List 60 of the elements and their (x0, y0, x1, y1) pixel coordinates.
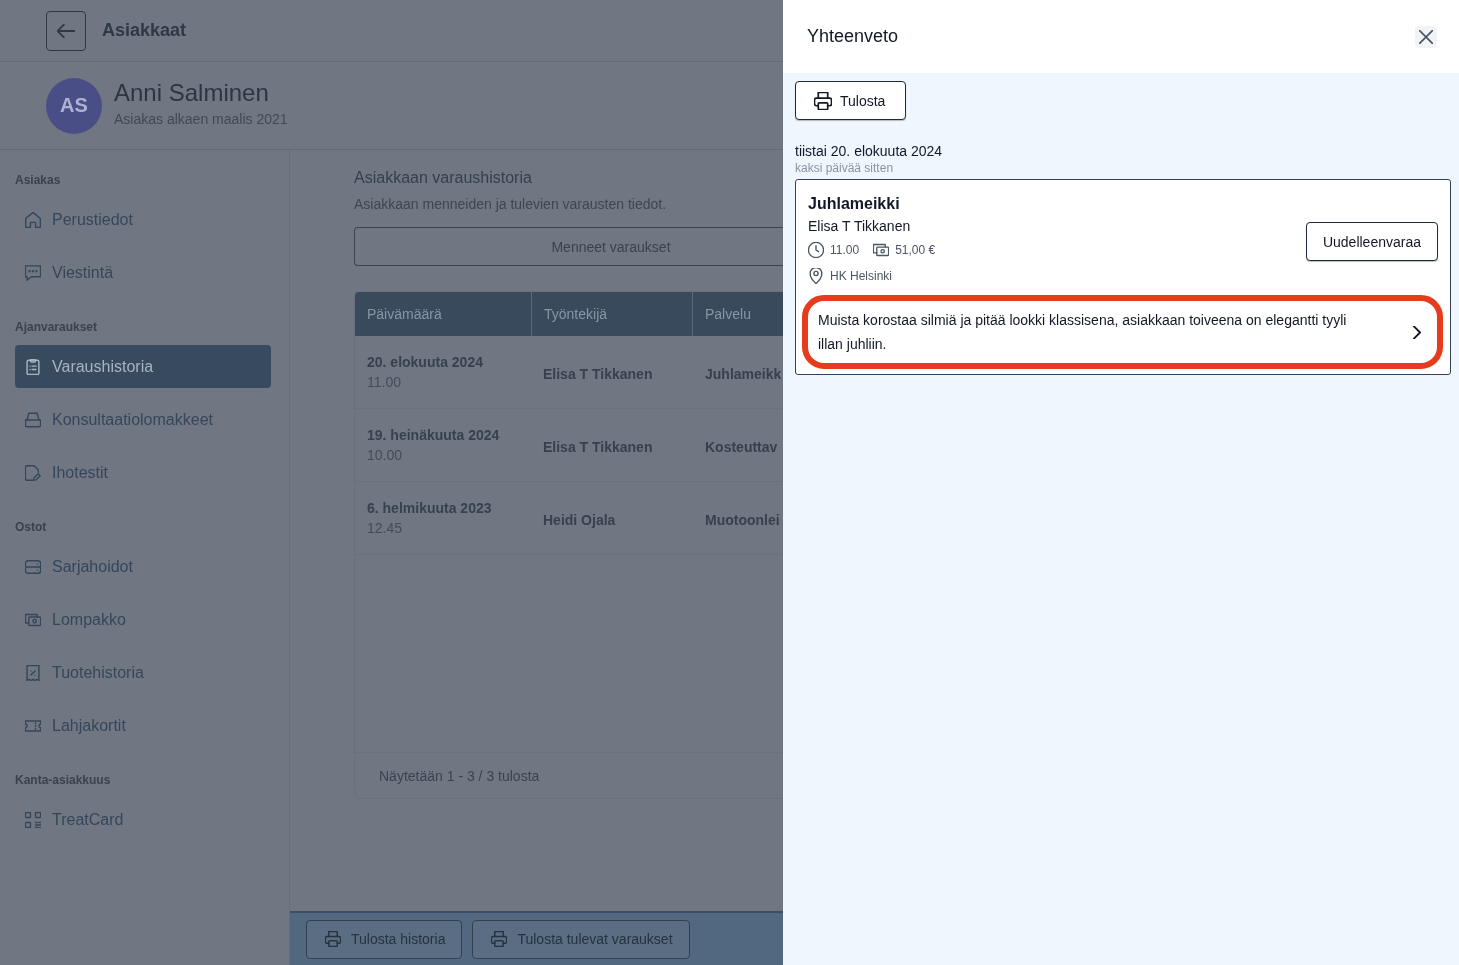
relative-date: kaksi päivää sitten (795, 160, 895, 176)
sidebar-item[interactable]: Viestintä (15, 251, 271, 294)
ticket-icon (25, 717, 41, 734)
past-bookings-button[interactable]: Menneet varaukset (354, 227, 783, 266)
qr-code-icon (25, 811, 41, 828)
table-cell-text: Heidi Ojala (542, 511, 617, 530)
home-icon (25, 211, 41, 228)
close-button[interactable] (1415, 25, 1437, 48)
sidebar-item[interactable]: Tuotehistoria (15, 651, 271, 694)
customer-name: Anni Salminen (114, 78, 270, 107)
booking-location: HK Helsinki (830, 269, 892, 283)
column-header: Työntekijä (531, 292, 692, 336)
arrow-left-icon (57, 23, 75, 38)
banknotes-icon (873, 242, 890, 258)
sidebar-item[interactable]: Ihotestit (15, 451, 271, 494)
booking-date: 19. heinäkuuta 2024 (367, 426, 500, 445)
sidebar-item[interactable]: Konsultaatiolomakkeet (15, 398, 271, 441)
receipt-icon (25, 664, 41, 681)
booking-date: 20. elokuuta 2024 (367, 353, 483, 372)
printer-icon (814, 91, 832, 110)
print-button[interactable]: Tulosta tulevat varaukset (472, 919, 690, 959)
booking-date: tiistai 20. elokuuta 2024 (795, 142, 944, 160)
map-pin-icon (808, 268, 824, 284)
tray-icon (25, 411, 41, 428)
sidebar-item[interactable]: Lompakko (15, 598, 271, 641)
printer-icon (325, 931, 341, 947)
chat-bubble-icon (25, 264, 41, 281)
banknotes-icon (25, 611, 41, 628)
panel-title: Yhteenveto (807, 26, 899, 47)
chevron-right-icon (1413, 325, 1421, 339)
booking-date: 6. helmikuuta 2023 (367, 499, 492, 518)
customer-avatar: AS (46, 77, 102, 134)
employee-name: Elisa T Tikkanen (808, 217, 912, 236)
sidebar-item[interactable]: Perustiedot (15, 198, 271, 241)
table-cell-text: Kosteuttav (704, 438, 779, 457)
table-cell-text: Juhlameikk (704, 365, 783, 384)
section-title: Asiakkaan varaushistoria (354, 168, 533, 188)
rebook-button[interactable]: Uudelleenvaraa (1305, 222, 1438, 261)
column-header: Päivämäärä (366, 305, 443, 324)
service-name: Juhlameikki (808, 194, 901, 214)
document-edit-icon (25, 464, 41, 481)
table-cell-text: Elisa T Tikkanen (542, 438, 654, 457)
sidebar-item[interactable]: Varaushistoria (15, 345, 271, 388)
booking-price: 51,00 € (895, 243, 936, 257)
sidebar-item[interactable]: Sarjahoidot (15, 545, 271, 588)
table-cell-text: Muotoonlei (704, 511, 781, 530)
clock-icon (808, 242, 824, 258)
printer-icon (491, 931, 508, 947)
booking-note[interactable]: Muista korostaa silmiä ja pitää lookki klassisena, asiakkaan toiveena on elegantti tyyli illan juhliin. (802, 295, 1443, 369)
page-title: Asiakkaat (102, 20, 187, 41)
sidebar-item[interactable]: TreatCard (15, 798, 271, 841)
close-icon (1419, 29, 1433, 44)
table-cell-text: Elisa T Tikkanen (542, 365, 654, 384)
print-button[interactable]: Tulosta historia (306, 919, 463, 959)
sidebar-item[interactable]: Lahjakortit (15, 704, 271, 747)
booking-time: 11.00 (830, 243, 860, 257)
print-button[interactable]: Tulosta (795, 81, 906, 120)
clipboard-list-icon (25, 358, 41, 375)
back-button[interactable] (46, 10, 86, 51)
drawer-icon (25, 558, 41, 575)
